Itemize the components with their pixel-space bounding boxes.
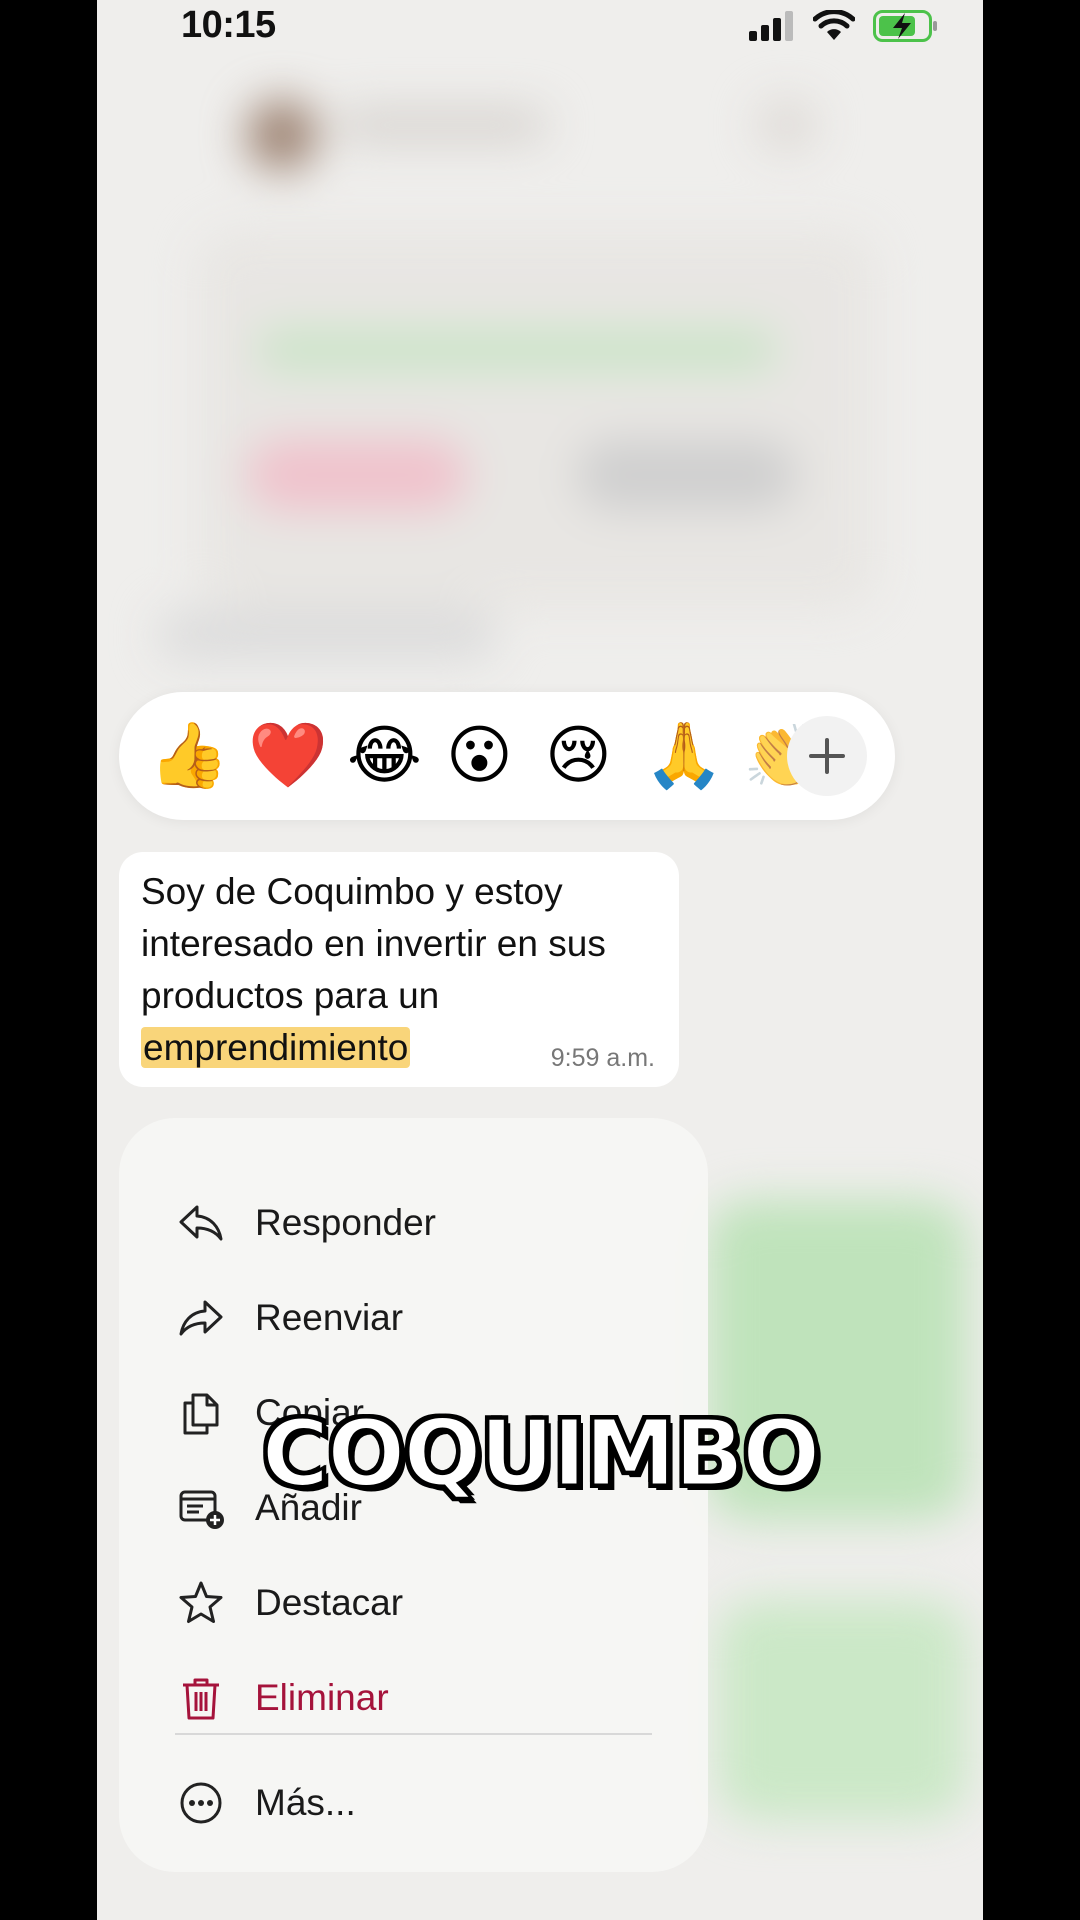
- status-icons: [749, 10, 939, 42]
- menu-divider: [175, 1733, 652, 1735]
- phone-screen: 10:15 👍 ❤️ 😂 😮 😢 🙏 👏 Soy de Coquimbo y e…: [97, 0, 983, 1920]
- message-text: Soy de Coquimbo y estoy interesado en in…: [141, 866, 657, 1074]
- reaction-laughing[interactable]: 😂: [347, 724, 446, 788]
- star-icon: [179, 1581, 223, 1623]
- menu-label-responder: Responder: [255, 1202, 437, 1243]
- trash-icon: [183, 1678, 219, 1720]
- more-options-icon: [180, 1782, 222, 1824]
- status-time: 10:15: [181, 4, 276, 46]
- forward-icon: [179, 1300, 223, 1336]
- reaction-heart[interactable]: ❤️: [248, 724, 347, 788]
- wifi-icon: [813, 10, 855, 40]
- plus-icon: [809, 738, 845, 774]
- reaction-crying[interactable]: 😢: [545, 724, 644, 788]
- highlighted-word: emprendimiento: [141, 1027, 411, 1068]
- overlay-caption: COQUIMBO: [260, 1399, 822, 1509]
- signal-icon: [749, 11, 793, 41]
- message-bubble[interactable]: Soy de Coquimbo y estoy interesado en in…: [119, 852, 679, 1087]
- message-text-body: Soy de Coquimbo y estoy interesado en in…: [141, 871, 606, 1016]
- more-reactions-button[interactable]: [787, 716, 867, 796]
- message-time: 9:59 a.m.: [550, 1044, 655, 1072]
- battery-charging-icon: [873, 10, 937, 42]
- reaction-surprised[interactable]: 😮: [446, 724, 545, 788]
- menu-label-mas: Más...: [255, 1782, 356, 1823]
- reaction-folded-hands[interactable]: 🙏: [644, 724, 743, 788]
- reply-icon: [179, 1205, 223, 1241]
- menu-label-reenviar: Reenviar: [255, 1297, 404, 1338]
- menu-label-destacar: Destacar: [255, 1582, 404, 1623]
- reaction-bar: 👍 ❤️ 😂 😮 😢 🙏 👏: [119, 692, 895, 820]
- menu-item-destacar[interactable]: Destacar: [177, 1568, 403, 1638]
- menu-item-eliminar[interactable]: Eliminar: [177, 1663, 389, 1733]
- menu-label-eliminar: Eliminar: [255, 1677, 389, 1718]
- reaction-thumbs-up[interactable]: 👍: [149, 724, 248, 788]
- menu-item-mas[interactable]: Más...: [177, 1768, 356, 1838]
- menu-item-reenviar[interactable]: Reenviar: [177, 1283, 403, 1353]
- menu-item-responder[interactable]: Responder: [177, 1188, 436, 1258]
